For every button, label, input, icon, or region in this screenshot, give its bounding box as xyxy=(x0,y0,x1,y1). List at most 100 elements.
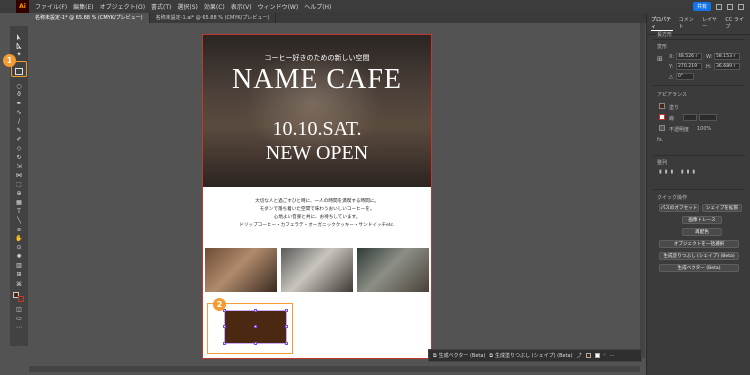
draw-mode-icon[interactable]: ◫ xyxy=(14,307,24,313)
cafe-terrace-photo[interactable] xyxy=(357,248,429,292)
maximize-icon[interactable] xyxy=(727,3,733,10)
divider xyxy=(653,85,745,86)
rectangle-tool-highlight xyxy=(11,61,27,77)
shaper-tool-icon[interactable]: ✐ xyxy=(14,137,24,143)
tab-document-1[interactable]: 名称未設定-1* @ 65.88 % (CMYK/プレビュー) xyxy=(29,13,150,23)
horizontal-scrollbar[interactable] xyxy=(29,366,640,372)
x-field[interactable]: 48.526 r xyxy=(676,53,702,60)
stroke-swatch[interactable] xyxy=(594,353,600,358)
paintbrush-tool-icon[interactable]: / xyxy=(14,119,24,125)
tab-comments[interactable]: コメント xyxy=(679,16,696,31)
scale-tool-icon[interactable]: ⇲ xyxy=(14,164,24,170)
close-icon[interactable] xyxy=(738,3,744,10)
align-buttons-icon[interactable]: ▮▮▮ ▮▮▮ xyxy=(659,169,698,175)
fill-swatch-panel[interactable] xyxy=(659,103,665,109)
menu-object[interactable]: オブジェクト(O) xyxy=(100,2,145,11)
generate-fill-button[interactable]: ⧉ 生成塗りつぶし (シェイプ) (Beta) xyxy=(489,352,573,360)
eraser-tool-icon[interactable]: ◇ xyxy=(14,146,24,152)
h-field[interactable]: 36.689 r xyxy=(714,63,740,70)
body-line-3: 心地よい音楽と共に、お待ちしています。 xyxy=(273,215,361,220)
latte-art-photo[interactable] xyxy=(205,248,277,292)
divider xyxy=(653,155,745,156)
menu-type[interactable]: 書式(T) xyxy=(151,2,171,11)
rotate-tool-icon[interactable]: ↻ xyxy=(14,155,24,161)
lasso-tool-icon[interactable]: ϑ xyxy=(14,92,24,98)
menu-edit[interactable]: 編集(E) xyxy=(73,2,93,11)
reference-point-icon[interactable]: ⊞ xyxy=(657,55,663,63)
contextual-task-bar: ⧉ 生成ベクター (Beta) ⧉ 生成塗りつぶし (シェイプ) (Beta) … xyxy=(428,349,642,362)
curvature-tool-icon[interactable]: ∿ xyxy=(14,110,24,116)
type-tool-icon[interactable]: T xyxy=(14,209,24,215)
stroke-label: 線 xyxy=(669,116,675,122)
angle-icon: △ xyxy=(669,74,673,80)
stroke-color-swatch[interactable] xyxy=(18,296,24,302)
divider xyxy=(653,189,745,190)
menu-help[interactable]: ヘルプ(H) xyxy=(304,2,331,11)
slice-tool-icon[interactable]: ⌘ xyxy=(14,282,24,288)
stroke-style-field[interactable] xyxy=(699,114,717,121)
more-options-icon[interactable]: ⋯ xyxy=(610,353,615,359)
edit-toolbar-icon[interactable]: ⋯ xyxy=(14,325,24,331)
angle-field[interactable]: 0° xyxy=(676,73,694,80)
x-label: X: xyxy=(669,54,675,60)
artboard-tool-icon[interactable]: ⊞ xyxy=(14,272,24,278)
tab-properties[interactable]: プロパティ xyxy=(651,16,673,31)
pencil-tool-icon[interactable]: ✎ xyxy=(14,128,24,134)
generate-vector-label: 生成ベクター (Beta) xyxy=(438,353,486,359)
symbol-sprayer-tool-icon[interactable]: ✺ xyxy=(14,254,24,260)
body-line-4: ドリップコーヒー・カフェラテ・オーガニッククッキー・サンドイッチetc. xyxy=(239,223,395,228)
generate-vector-button[interactable]: ⧉ 生成ベクター (Beta) xyxy=(433,352,486,360)
column-graph-tool-icon[interactable]: ▥ xyxy=(14,263,24,269)
hand-tool-icon[interactable]: ✋ xyxy=(14,236,24,242)
body-copy: 大切な人と過ごすひと時に、一人の時間を満喫する時間に。 モダンで落ち着いた空間で… xyxy=(213,198,421,230)
generate-icon: ⧉ xyxy=(433,352,437,359)
stroke-weight-field[interactable] xyxy=(683,114,697,121)
opacity-value[interactable]: 100% xyxy=(697,126,711,132)
shape-builder-tool-icon[interactable]: ⊕ xyxy=(14,191,24,197)
minimize-icon[interactable] xyxy=(716,3,722,10)
menu-effect[interactable]: 効果(C) xyxy=(204,2,225,11)
ellipse-tool-icon[interactable]: ○ xyxy=(14,84,24,90)
menu-file[interactable]: ファイル(F) xyxy=(35,2,67,11)
vertical-scrollbar[interactable] xyxy=(640,23,645,358)
generate-fill-label: 生成塗りつぶし (シェイプ) (Beta) xyxy=(494,353,573,359)
perspective-grid-tool-icon[interactable]: ▦ xyxy=(14,200,24,206)
menu-window[interactable]: ウィンドウ(W) xyxy=(258,2,299,11)
menu-view[interactable]: 表示(V) xyxy=(231,2,252,11)
w-field[interactable]: 58.153 r xyxy=(714,53,740,60)
generate-fill-icon: ⧉ xyxy=(489,352,493,359)
stroke-swatch-panel[interactable] xyxy=(659,114,665,120)
width-tool-icon[interactable]: ⋈ xyxy=(14,173,24,179)
recolor-button[interactable]: 再配色 xyxy=(682,228,722,236)
pen-tool-icon[interactable]: ✒ xyxy=(14,101,24,107)
hero-subtitle: コーヒー好きのための新しい空間 xyxy=(264,54,370,62)
generative-fill-button[interactable]: 生成塗りつぶし (シェイプ) (Beta) xyxy=(659,252,739,260)
window-controls: 共有 xyxy=(692,2,744,11)
illustrator-window: Ai ファイル(F) 編集(E) オブジェクト(O) 書式(T) 選択(S) 効… xyxy=(0,0,750,375)
tab-document-2[interactable]: 名称未設定-1.ai* @ 65.88 % (CMYK/プレビュー) xyxy=(150,13,277,23)
menu-select[interactable]: 選択(S) xyxy=(177,2,198,11)
free-transform-tool-icon[interactable]: ⬚ xyxy=(14,182,24,188)
select-same-button[interactable]: オブジェクトを一括選択 xyxy=(659,240,739,248)
quick-actions-label: クイック操作 xyxy=(657,195,688,201)
generative-vector-button[interactable]: 生成ベクター (Beta) xyxy=(659,264,739,272)
tab-layers[interactable]: レイヤー xyxy=(702,16,719,31)
direct-selection-tool-icon[interactable] xyxy=(14,41,24,50)
image-trace-button[interactable]: 画像トレース xyxy=(682,216,722,224)
zoom-tool-icon[interactable]: ⊙ xyxy=(14,245,24,251)
retype-icon[interactable]: ⤴ xyxy=(577,352,582,359)
tab-cc-libraries[interactable]: CC ライブ xyxy=(725,16,746,31)
line-tool-icon[interactable]: ╲ xyxy=(14,218,24,224)
selection-tool-icon[interactable] xyxy=(14,34,24,40)
eyedropper-tool-icon[interactable]: ⌀ xyxy=(14,227,24,233)
fx-label[interactable]: fx. xyxy=(657,137,663,143)
fill-swatch[interactable] xyxy=(585,353,591,358)
y-field[interactable]: 270.219 xyxy=(676,63,702,70)
offset-path-button[interactable]: パスのオフセット xyxy=(659,204,699,212)
screen-mode-icon[interactable]: ▭ xyxy=(14,316,24,322)
step-badge-2: 2 xyxy=(213,298,226,311)
share-button[interactable]: 共有 xyxy=(692,2,711,11)
corner-icon[interactable]: ◜ xyxy=(604,353,606,359)
espresso-machine-photo[interactable] xyxy=(281,248,353,292)
expand-shape-button[interactable]: シェイプを拡張 xyxy=(702,204,742,212)
